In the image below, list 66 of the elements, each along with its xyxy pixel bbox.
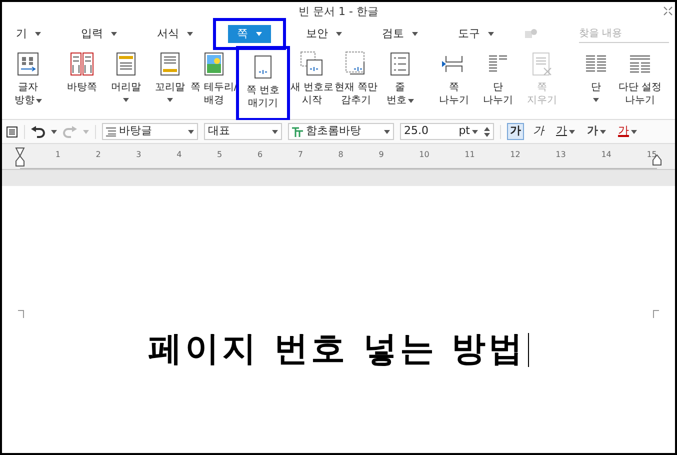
- ribbon-button[interactable]: 현재 쪽만 감추기: [334, 50, 378, 119]
- caret-icon: [188, 130, 194, 134]
- undo-icon[interactable]: [31, 126, 45, 138]
- caret-icon: [111, 32, 117, 36]
- character-format-button[interactable]: 가: [507, 123, 524, 140]
- ruler-number: 14: [601, 151, 612, 161]
- ribbon-button[interactable]: 새 번호로 시작: [290, 50, 334, 119]
- menu-tab[interactable]: 보안: [297, 25, 351, 43]
- character-format-button[interactable]: 가: [553, 123, 578, 140]
- ruler-number: 7: [298, 151, 303, 161]
- menu-tab[interactable]: 도구: [449, 25, 503, 43]
- ribbon-button[interactable]: 바탕쪽: [60, 50, 104, 119]
- spinner-icon[interactable]: [484, 126, 490, 138]
- ribbon-button[interactable]: 줄 번호: [378, 50, 422, 119]
- ribbon-button[interactable]: 꼬리말: [148, 50, 192, 119]
- master-page-icon: [68, 50, 96, 78]
- ruler-number: 4: [176, 151, 182, 161]
- caret-icon: [83, 130, 89, 134]
- truetype-font-icon: [292, 126, 303, 136]
- ruler-number: 11: [464, 151, 475, 161]
- ruler-number: 3: [136, 151, 142, 161]
- ruler-number: 12: [510, 151, 520, 161]
- character-format-button[interactable]: 가: [530, 123, 547, 140]
- style-dropdown[interactable]: 바탕글: [102, 123, 198, 140]
- caret-icon: [336, 32, 342, 36]
- ruler-number: 15: [646, 151, 657, 161]
- ruler-number: 1: [55, 151, 60, 161]
- ribbon-button[interactable]: 글자 방향: [6, 50, 50, 119]
- font-dropdown[interactable]: 함초롬바탕: [288, 123, 394, 140]
- ruler-number: 6: [257, 151, 263, 161]
- menu-tab[interactable]: 입력: [72, 25, 126, 43]
- indent-marker-icon[interactable]: [15, 147, 25, 167]
- ruler-number: 10: [419, 151, 430, 161]
- document-icon[interactable]: [6, 126, 18, 138]
- caret-icon: [412, 32, 418, 36]
- ribbon-button[interactable]: 쪽 나누기: [432, 50, 476, 119]
- caret-icon: [384, 130, 390, 134]
- caret-icon: [272, 130, 278, 134]
- ribbon-button[interactable]: 단: [574, 50, 618, 119]
- ruler-number: 9: [378, 151, 384, 161]
- ruler-number: 2: [96, 151, 101, 161]
- ruler-number: 5: [217, 151, 222, 161]
- language-dropdown[interactable]: 대표: [204, 123, 282, 140]
- document-title: 페이지 번호 넣는 방법: [148, 328, 526, 371]
- ribbon-button[interactable]: 단 나누기: [476, 50, 520, 119]
- ruler-number: 8: [338, 151, 344, 161]
- window-title: 빈 문서 1 - 한글: [298, 4, 378, 20]
- ribbon-button[interactable]: 다단 설정 나누기: [618, 50, 662, 119]
- search-field[interactable]: 찾을 내용: [579, 26, 669, 42]
- ribbon-button[interactable]: 쪽 테두리/ 배경: [192, 50, 236, 119]
- caret-icon: [472, 130, 478, 134]
- character-format-button[interactable]: 가: [615, 123, 640, 140]
- caret-icon: [187, 32, 193, 36]
- caret-icon: [51, 130, 57, 134]
- caret-icon: [256, 32, 262, 36]
- menu-tab[interactable]: 검토: [373, 25, 427, 43]
- caret-icon: [488, 32, 494, 36]
- character-format-button[interactable]: 가: [584, 123, 609, 140]
- menu-tab[interactable]: 기: [7, 25, 50, 43]
- menu-tab[interactable]: 쪽: [228, 25, 271, 43]
- menu-tab[interactable]: 서식: [148, 25, 202, 43]
- paragraph-style-icon: [106, 126, 116, 136]
- ruler-number: 13: [556, 151, 566, 161]
- font-size-field[interactable]: 25.0 pt: [400, 123, 494, 140]
- caret-icon: [35, 32, 41, 36]
- ribbon-button[interactable]: 머리말: [104, 50, 148, 119]
